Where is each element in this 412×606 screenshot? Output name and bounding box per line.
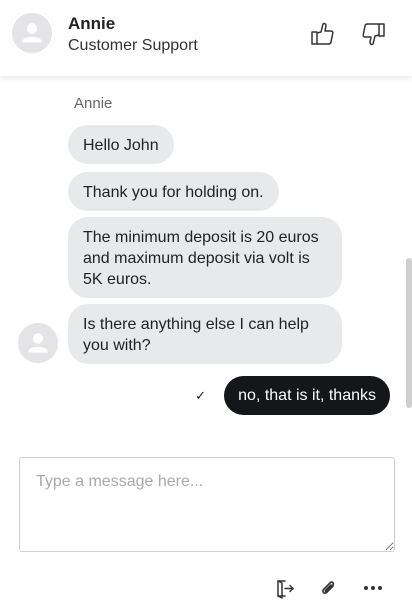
end-chat-icon[interactable] [272,575,298,601]
chat-header: Annie Customer Support [0,0,412,76]
chat-scrollbar[interactable] [406,258,412,408]
agent-name: Annie [68,14,116,33]
agent-message: Thank you for holding on. [68,172,279,211]
agent-message-avatar-icon [18,323,58,363]
agent-message: Is there anything else I can help you wi… [68,304,342,364]
thumbs-down-icon[interactable] [359,19,389,49]
agent-avatar-icon [12,13,52,53]
sender-label: Annie [74,95,113,112]
checkmark-icon: ✓ [195,388,206,403]
agent-message: The minimum deposit is 20 euros and maxi… [68,217,342,298]
message-input[interactable] [19,457,395,552]
user-message: no, that is it, thanks [224,376,390,415]
agent-role: Customer Support [68,37,198,54]
thumbs-up-icon[interactable] [307,19,337,49]
chat-transcript: Annie Hello John Thank you for holding o… [0,76,412,440]
agent-message: Hello John [68,125,174,164]
more-icon[interactable] [360,575,386,601]
paperclip-icon[interactable] [315,575,341,601]
